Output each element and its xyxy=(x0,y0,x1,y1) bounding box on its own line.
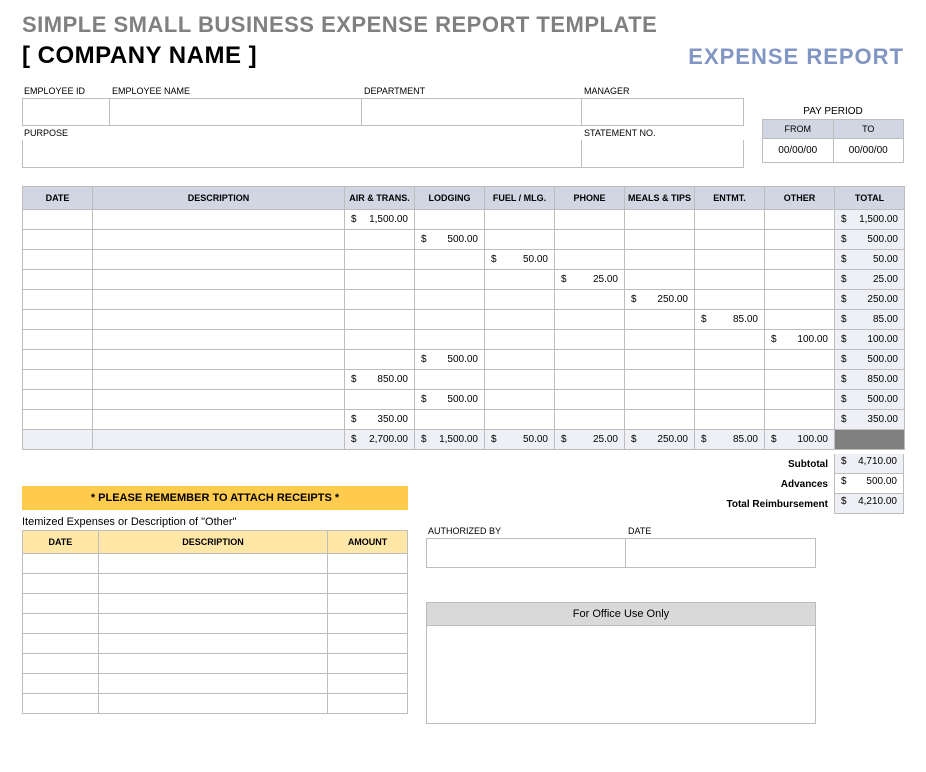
label-employee-id: EMPLOYEE ID xyxy=(22,84,110,98)
total-reimbursement-value: $4,210.00 xyxy=(834,494,904,514)
expense-table: DATE DESCRIPTION AIR & TRANS. LODGING FU… xyxy=(22,186,905,450)
list-item[interactable] xyxy=(23,654,408,674)
col-date: DATE xyxy=(23,187,93,210)
table-row[interactable]: $1,500.00$1,500.00 xyxy=(23,210,905,230)
table-row[interactable]: $500.00$500.00 xyxy=(23,230,905,250)
advances-value[interactable]: $500.00 xyxy=(834,474,904,494)
employee-name-input[interactable] xyxy=(110,98,362,126)
col-phone: PHONE xyxy=(555,187,625,210)
label-employee-name: EMPLOYEE NAME xyxy=(110,84,362,98)
label-manager: MANAGER xyxy=(582,84,744,98)
advances-label: Advances xyxy=(781,479,834,490)
label-auth-date: DATE xyxy=(626,524,816,538)
item-col-date: DATE xyxy=(23,531,99,554)
item-col-amt: AMOUNT xyxy=(328,531,408,554)
pay-period-title: PAY PERIOD xyxy=(762,106,904,119)
label-statement-no: STATEMENT NO. xyxy=(582,126,744,140)
statement-no-input[interactable] xyxy=(582,140,744,168)
authorized-by-input[interactable] xyxy=(426,538,626,568)
table-row[interactable]: $350.00$350.00 xyxy=(23,410,905,430)
sum-phone: $25.00 xyxy=(555,430,625,450)
label-purpose: PURPOSE xyxy=(22,126,582,140)
item-col-desc: DESCRIPTION xyxy=(98,531,327,554)
col-entmt: ENTMT. xyxy=(695,187,765,210)
sum-fuel: $50.00 xyxy=(485,430,555,450)
list-item[interactable] xyxy=(23,554,408,574)
table-row[interactable]: $500.00$500.00 xyxy=(23,390,905,410)
itemized-label: Itemized Expenses or Description of "Oth… xyxy=(22,516,408,528)
manager-input[interactable] xyxy=(582,98,744,126)
label-department: DEPARTMENT xyxy=(362,84,582,98)
pay-to-header: TO xyxy=(833,120,904,139)
table-row[interactable]: $500.00$500.00 xyxy=(23,350,905,370)
col-desc: DESCRIPTION xyxy=(93,187,345,210)
list-item[interactable] xyxy=(23,594,408,614)
subtotal-value: $4,710.00 xyxy=(834,454,904,474)
col-lodging: LODGING xyxy=(415,187,485,210)
total-reimbursement-label: Total Reimbursement xyxy=(727,499,835,510)
sum-other: $100.00 xyxy=(765,430,835,450)
subtotal-label: Subtotal xyxy=(788,459,834,470)
auth-date-input[interactable] xyxy=(626,538,816,568)
col-meals: MEALS & TIPS xyxy=(625,187,695,210)
table-row[interactable]: $85.00$85.00 xyxy=(23,310,905,330)
table-row[interactable]: $850.00$850.00 xyxy=(23,370,905,390)
list-item[interactable] xyxy=(23,574,408,594)
sum-entmt: $85.00 xyxy=(695,430,765,450)
table-row[interactable]: $50.00$50.00 xyxy=(23,250,905,270)
label-authorized-by: AUTHORIZED BY xyxy=(426,524,626,538)
list-item[interactable] xyxy=(23,634,408,654)
sum-air: $2,700.00 xyxy=(345,430,415,450)
list-item[interactable] xyxy=(23,614,408,634)
list-item[interactable] xyxy=(23,674,408,694)
col-other: OTHER xyxy=(765,187,835,210)
sum-lodging: $1,500.00 xyxy=(415,430,485,450)
table-row[interactable]: $250.00$250.00 xyxy=(23,290,905,310)
col-air: AIR & TRANS. xyxy=(345,187,415,210)
office-use-label: For Office Use Only xyxy=(427,603,815,625)
sum-total-blank xyxy=(835,430,905,450)
page-title: SIMPLE SMALL BUSINESS EXPENSE REPORT TEM… xyxy=(22,12,904,38)
table-row[interactable]: $25.00$25.00 xyxy=(23,270,905,290)
sum-meals: $250.00 xyxy=(625,430,695,450)
office-use-area[interactable] xyxy=(427,625,815,723)
receipts-banner: * PLEASE REMEMBER TO ATTACH RECEIPTS * xyxy=(22,486,408,510)
employee-id-input[interactable] xyxy=(22,98,110,126)
purpose-input[interactable] xyxy=(22,140,582,168)
department-input[interactable] xyxy=(362,98,582,126)
company-name: [ COMPANY NAME ] xyxy=(22,42,257,70)
report-label: EXPENSE REPORT xyxy=(688,44,904,70)
table-row[interactable]: $100.00$100.00 xyxy=(23,330,905,350)
pay-from-cell[interactable]: 00/00/00 xyxy=(763,139,834,163)
list-item[interactable] xyxy=(23,694,408,714)
itemized-table: DATE DESCRIPTION AMOUNT xyxy=(22,530,408,714)
pay-from-header: FROM xyxy=(763,120,834,139)
pay-to-cell[interactable]: 00/00/00 xyxy=(833,139,904,163)
col-total: TOTAL xyxy=(835,187,905,210)
col-fuel: FUEL / MLG. xyxy=(485,187,555,210)
